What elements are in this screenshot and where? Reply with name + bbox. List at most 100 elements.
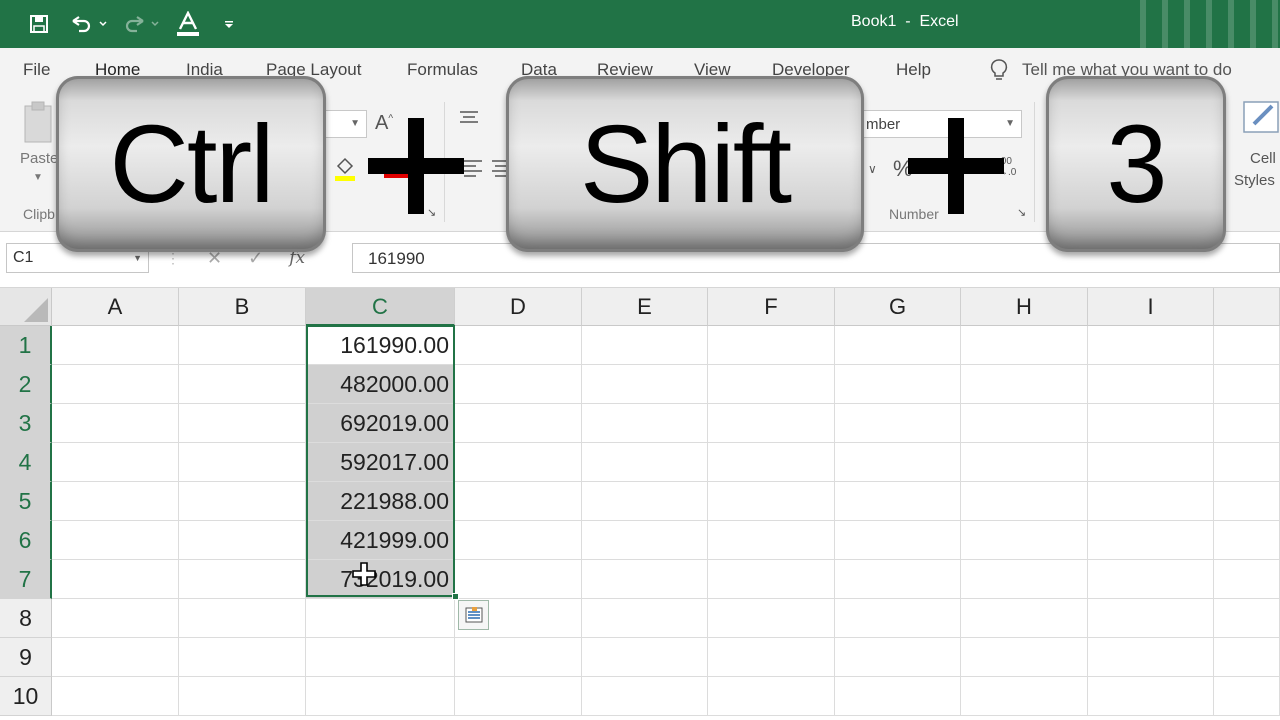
cell-i10[interactable]	[1088, 677, 1214, 716]
column-header-f[interactable]: F	[708, 288, 835, 326]
cell-j1[interactable]	[1214, 326, 1280, 365]
cell-h10[interactable]	[961, 677, 1088, 716]
paste-icon[interactable]	[22, 100, 56, 148]
cell-e9[interactable]	[582, 638, 708, 677]
cell-g1[interactable]	[835, 326, 961, 365]
cell-b5[interactable]	[179, 482, 306, 521]
cell-i8[interactable]	[1088, 599, 1214, 638]
cell-j3[interactable]	[1214, 404, 1280, 443]
cell-e7[interactable]	[582, 560, 708, 599]
font-color-button[interactable]	[176, 7, 200, 41]
cell-e3[interactable]	[582, 404, 708, 443]
column-header-b[interactable]: B	[179, 288, 306, 326]
cell-styles-label-2[interactable]: Styles	[1234, 172, 1275, 189]
cell-i2[interactable]	[1088, 365, 1214, 404]
save-button[interactable]	[26, 7, 52, 41]
paste-dropdown-icon[interactable]: ▼	[33, 172, 43, 183]
quick-analysis-button[interactable]	[458, 600, 489, 630]
cell-c10[interactable]	[306, 677, 455, 716]
cell-e8[interactable]	[582, 599, 708, 638]
cell-i4[interactable]	[1088, 443, 1214, 482]
cell-j10[interactable]	[1214, 677, 1280, 716]
cell-j5[interactable]	[1214, 482, 1280, 521]
column-header-d[interactable]: D	[455, 288, 582, 326]
cell-f2[interactable]	[708, 365, 835, 404]
cell-b8[interactable]	[179, 599, 306, 638]
cell-i9[interactable]	[1088, 638, 1214, 677]
cell-d7[interactable]	[455, 560, 582, 599]
cell-i3[interactable]	[1088, 404, 1214, 443]
cell-f10[interactable]	[708, 677, 835, 716]
tab-help[interactable]: Help	[896, 60, 931, 80]
number-dialog-launcher-icon[interactable]: ↘	[1017, 206, 1026, 219]
cell-a3[interactable]	[52, 404, 179, 443]
cell-c6[interactable]: 421999.00	[306, 521, 455, 560]
cell-b9[interactable]	[179, 638, 306, 677]
row-header-10[interactable]: 10	[0, 677, 52, 716]
cell-d4[interactable]	[455, 443, 582, 482]
cell-g9[interactable]	[835, 638, 961, 677]
cell-a9[interactable]	[52, 638, 179, 677]
cell-c1[interactable]: 161990.00	[306, 326, 455, 365]
cell-c9[interactable]	[306, 638, 455, 677]
fill-color-icon[interactable]	[333, 154, 357, 182]
cell-h6[interactable]	[961, 521, 1088, 560]
cell-b4[interactable]	[179, 443, 306, 482]
cell-i1[interactable]	[1088, 326, 1214, 365]
cell-c5[interactable]: 221988.00	[306, 482, 455, 521]
cell-d3[interactable]	[455, 404, 582, 443]
cell-g2[interactable]	[835, 365, 961, 404]
cell-c7[interactable]: 732019.00	[306, 560, 455, 599]
cell-i6[interactable]	[1088, 521, 1214, 560]
cell-a7[interactable]	[52, 560, 179, 599]
cell-i7[interactable]	[1088, 560, 1214, 599]
cell-a8[interactable]	[52, 599, 179, 638]
cell-f7[interactable]	[708, 560, 835, 599]
accounting-dropdown-icon[interactable]: ∨	[868, 162, 877, 176]
cell-c2[interactable]: 482000.00	[306, 365, 455, 404]
cell-e4[interactable]	[582, 443, 708, 482]
cell-h7[interactable]	[961, 560, 1088, 599]
cell-g8[interactable]	[835, 599, 961, 638]
cell-e10[interactable]	[582, 677, 708, 716]
cell-b2[interactable]	[179, 365, 306, 404]
cell-d5[interactable]	[455, 482, 582, 521]
cell-g10[interactable]	[835, 677, 961, 716]
column-header-e[interactable]: E	[582, 288, 708, 326]
cell-f5[interactable]	[708, 482, 835, 521]
cell-j2[interactable]	[1214, 365, 1280, 404]
cell-b3[interactable]	[179, 404, 306, 443]
cell-h1[interactable]	[961, 326, 1088, 365]
row-header-3[interactable]: 3	[0, 404, 52, 443]
row-header-7[interactable]: 7	[0, 560, 52, 599]
cell-styles-label-1[interactable]: Cell	[1250, 150, 1276, 167]
cell-h3[interactable]	[961, 404, 1088, 443]
cell-h8[interactable]	[961, 599, 1088, 638]
cell-j8[interactable]	[1214, 599, 1280, 638]
cell-g5[interactable]	[835, 482, 961, 521]
cell-b1[interactable]	[179, 326, 306, 365]
cell-e2[interactable]	[582, 365, 708, 404]
cell-b6[interactable]	[179, 521, 306, 560]
paste-label[interactable]: Paste	[20, 150, 58, 167]
row-header-8[interactable]: 8	[0, 599, 52, 638]
cell-a2[interactable]	[52, 365, 179, 404]
cell-d2[interactable]	[455, 365, 582, 404]
column-header-j[interactable]: J	[1214, 288, 1280, 326]
cell-e5[interactable]	[582, 482, 708, 521]
formula-bar-splitter-icon[interactable]: ⋮	[166, 250, 180, 267]
cell-f4[interactable]	[708, 443, 835, 482]
cell-h9[interactable]	[961, 638, 1088, 677]
cell-g7[interactable]	[835, 560, 961, 599]
cell-e6[interactable]	[582, 521, 708, 560]
cell-g6[interactable]	[835, 521, 961, 560]
column-header-g[interactable]: G	[835, 288, 961, 326]
cell-b7[interactable]	[179, 560, 306, 599]
fill-handle[interactable]	[452, 593, 459, 600]
row-header-2[interactable]: 2	[0, 365, 52, 404]
cell-j4[interactable]	[1214, 443, 1280, 482]
cell-j6[interactable]	[1214, 521, 1280, 560]
cell-g4[interactable]	[835, 443, 961, 482]
cell-j7[interactable]	[1214, 560, 1280, 599]
cell-d1[interactable]	[455, 326, 582, 365]
